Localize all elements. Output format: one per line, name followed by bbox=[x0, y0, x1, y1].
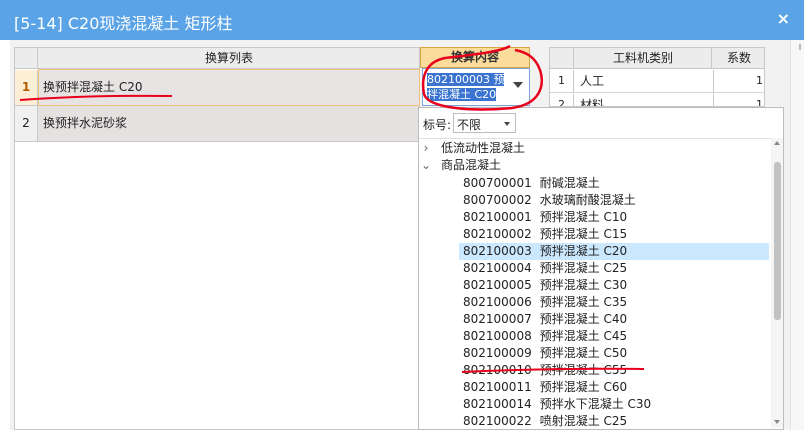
grade-filter-label: 标号: bbox=[423, 118, 452, 132]
column-header-coef: 系数 bbox=[726, 51, 751, 65]
material-code: 802100007 bbox=[463, 312, 532, 326]
material-code: 802100009 bbox=[463, 346, 532, 360]
material-name: 预拌混凝土 C50 bbox=[539, 346, 628, 360]
chevron-down-icon bbox=[504, 122, 510, 126]
material-code: 802100004 bbox=[463, 261, 532, 275]
material-name: 耐碱混凝土 bbox=[539, 176, 600, 190]
material-item[interactable]: 802100005 预拌混凝土 C30 bbox=[459, 277, 769, 294]
table-row[interactable]: 2 换预拌水泥砂浆 bbox=[15, 106, 419, 142]
row-number: 1 bbox=[550, 70, 574, 93]
row-text: 换预拌混凝土 C20 bbox=[38, 69, 420, 106]
conversion-list-title: 换算列表 bbox=[204, 51, 253, 65]
table-row[interactable]: 2 材料 1 bbox=[550, 94, 764, 107]
material-name: 预拌水下混凝土 C30 bbox=[539, 397, 652, 411]
material-code: 802100010 bbox=[463, 363, 532, 377]
material-name: 水玻璃耐酸混凝土 bbox=[539, 193, 636, 207]
coef-cell[interactable]: 1 bbox=[713, 70, 763, 93]
material-item[interactable]: 800700002 水玻璃耐酸混凝土 bbox=[459, 192, 769, 209]
grade-filter-select[interactable]: 不限 bbox=[453, 113, 516, 133]
conversion-list-table: 换算列表 1 换预拌混凝土 C20 2 换预拌水泥砂浆 bbox=[14, 47, 420, 430]
material-type-header: 工料机类别 系数 bbox=[550, 48, 764, 69]
scrollbar-thumb[interactable] bbox=[774, 162, 781, 320]
vertical-scrollbar[interactable] bbox=[771, 138, 783, 428]
material-code: 802100011 bbox=[463, 380, 532, 394]
material-code: 802100022 bbox=[463, 414, 532, 428]
material-name: 预拌混凝土 C10 bbox=[539, 210, 628, 224]
row-number: 2 bbox=[550, 94, 574, 106]
combo-value: 802100003 预拌混凝土 C20 bbox=[427, 72, 507, 102]
scroll-up-icon[interactable] bbox=[774, 141, 780, 145]
material-item[interactable]: 802100008 预拌混凝土 C45 bbox=[459, 328, 769, 345]
material-code: 802100006 bbox=[463, 295, 532, 309]
dialog-titlebar: [5-14] C20现浇混凝土 矩形柱 × bbox=[0, 0, 804, 40]
conversion-content-header: 换算内容 bbox=[420, 47, 530, 68]
material-item[interactable]: 802100004 预拌混凝土 C25 bbox=[459, 260, 769, 277]
material-name: 预拌混凝土 C30 bbox=[539, 278, 628, 292]
material-item[interactable]: 802100010 预拌混凝土 C55 bbox=[459, 362, 769, 379]
material-name: 预拌混凝土 C45 bbox=[539, 329, 628, 343]
chevron-right-icon[interactable]: › bbox=[419, 140, 433, 157]
material-name: 预拌混凝土 C25 bbox=[539, 261, 628, 275]
material-name: 预拌混凝土 C55 bbox=[539, 363, 628, 377]
type-cell: 人工 bbox=[580, 74, 605, 88]
material-item[interactable]: 802100003 预拌混凝土 C20 bbox=[459, 243, 769, 260]
tree-group-label: 商品混凝土 bbox=[441, 158, 502, 172]
row-number: 2 bbox=[15, 106, 38, 141]
material-name: 预拌混凝土 C35 bbox=[539, 295, 628, 309]
material-name: 预拌混凝土 C15 bbox=[539, 227, 628, 241]
material-item[interactable]: 802100014 预拌水下混凝土 C30 bbox=[459, 396, 769, 413]
material-code: 802100005 bbox=[463, 278, 532, 292]
dropdown-arrow-icon[interactable] bbox=[513, 82, 523, 88]
material-code: 802100014 bbox=[463, 397, 532, 411]
material-item[interactable]: 802100002 预拌混凝土 C15 bbox=[459, 226, 769, 243]
close-icon[interactable]: × bbox=[777, 9, 790, 28]
scroll-down-icon[interactable] bbox=[774, 420, 780, 424]
material-code: 802100001 bbox=[463, 210, 532, 224]
row-text: 换预拌水泥砂浆 bbox=[43, 116, 128, 130]
chevron-down-icon[interactable]: ⌄ bbox=[419, 157, 433, 174]
row-number-header bbox=[550, 48, 574, 69]
table-row[interactable]: 1 人工 1 bbox=[550, 70, 764, 93]
material-item[interactable]: 802100022 喷射混凝土 C25 bbox=[459, 413, 769, 428]
tree-group-label: 低流动性混凝土 bbox=[441, 141, 526, 155]
material-item[interactable]: 800700001 耐碱混凝土 bbox=[459, 175, 769, 192]
type-cell: 材料 bbox=[580, 98, 605, 107]
grade-filter-value: 不限 bbox=[457, 118, 482, 132]
row-number-header bbox=[15, 48, 38, 69]
material-code: 800700002 bbox=[463, 193, 532, 207]
coef-cell[interactable]: 1 bbox=[713, 94, 763, 106]
material-item[interactable]: 802100006 预拌混凝土 C35 bbox=[459, 294, 769, 311]
material-item[interactable]: 802100011 预拌混凝土 C60 bbox=[459, 379, 769, 396]
material-dropdown-panel: 标号: 不限 › 低流动性混凝土 ⌄ 商品混凝土 800700001 耐碱混凝土 8… bbox=[418, 107, 784, 430]
strip-mark bbox=[799, 44, 801, 50]
table-row[interactable]: 1 换预拌混凝土 C20 bbox=[15, 69, 420, 106]
combo-value-text: 802100003 预拌混凝土 C20 bbox=[427, 73, 505, 101]
dialog-title: [5-14] C20现浇混凝土 矩形柱 bbox=[14, 14, 233, 33]
material-item[interactable]: 802100009 预拌混凝土 C50 bbox=[459, 345, 769, 362]
material-name: 喷射混凝土 C25 bbox=[539, 414, 628, 428]
row-number: 1 bbox=[15, 70, 38, 105]
material-name: 预拌混凝土 C60 bbox=[539, 380, 628, 394]
material-name: 预拌混凝土 C20 bbox=[539, 244, 628, 258]
side-strip bbox=[790, 40, 804, 430]
conversion-list-header: 换算列表 bbox=[15, 48, 419, 69]
material-code: 802100002 bbox=[463, 227, 532, 241]
column-header-type: 工料机类别 bbox=[575, 48, 712, 69]
material-type-table: 工料机类别 系数 1 人工 1 2 材料 1 bbox=[549, 47, 765, 107]
conversion-content-combobox[interactable]: 802100003 预拌混凝土 C20 bbox=[422, 68, 530, 106]
material-name: 预拌混凝土 C40 bbox=[539, 312, 628, 326]
material-item[interactable]: 802100007 预拌混凝土 C40 bbox=[459, 311, 769, 328]
material-code: 802100003 bbox=[463, 244, 532, 258]
material-item[interactable]: 802100001 预拌混凝土 C10 bbox=[459, 209, 769, 226]
material-tree: › 低流动性混凝土 ⌄ 商品混凝土 800700001 耐碱混凝土 80070000… bbox=[419, 138, 771, 428]
material-code: 802100008 bbox=[463, 329, 532, 343]
material-code: 800700001 bbox=[463, 176, 532, 190]
